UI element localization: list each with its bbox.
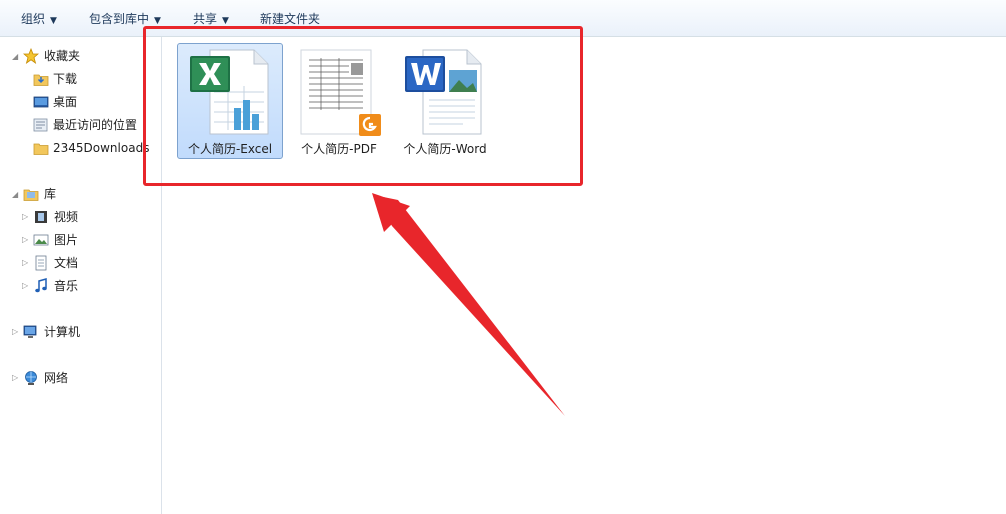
arrow-shaft — [374, 195, 565, 416]
annotation-arrow — [372, 193, 565, 416]
